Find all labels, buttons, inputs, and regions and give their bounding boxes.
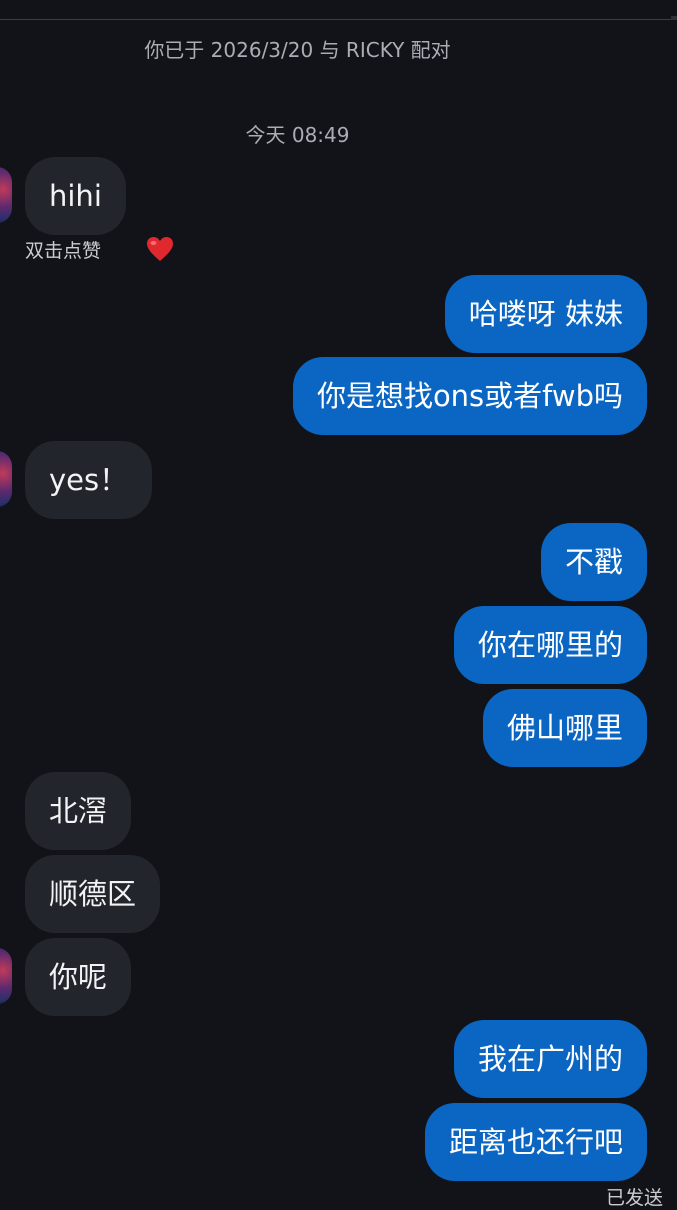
message-outgoing[interactable]: 你是想找ons或者fwb吗 bbox=[292, 357, 647, 435]
message-outgoing[interactable]: 距离也还行吧 bbox=[424, 1103, 647, 1181]
message-incoming[interactable]: 顺德区 bbox=[25, 855, 161, 933]
message-incoming[interactable]: yes！ bbox=[25, 441, 153, 519]
top-divider bbox=[0, 19, 677, 20]
sender-avatar[interactable] bbox=[0, 451, 12, 507]
double-tap-like-hint: 双击点赞 bbox=[25, 240, 102, 262]
sender-avatar[interactable] bbox=[0, 948, 12, 1004]
match-notice: 你已于 2026/3/20 与 RICKY 配对 bbox=[144, 38, 451, 62]
message-outgoing[interactable]: 不戳 bbox=[540, 523, 647, 601]
chat-timestamp: 今天 08:49 bbox=[245, 123, 350, 147]
sender-avatar[interactable] bbox=[0, 167, 12, 223]
message-outgoing[interactable]: 你在哪里的 bbox=[453, 606, 647, 684]
message-outgoing[interactable]: 佛山哪里 bbox=[482, 689, 647, 767]
message-incoming[interactable]: 你呢 bbox=[25, 938, 132, 1016]
message-incoming[interactable]: 北滘 bbox=[25, 772, 132, 850]
message-incoming[interactable]: hihi bbox=[25, 157, 126, 235]
heart-icon[interactable] bbox=[146, 236, 174, 262]
message-outgoing[interactable]: 我在广州的 bbox=[453, 1020, 647, 1098]
delivery-status: 已发送 bbox=[605, 1187, 663, 1209]
top-divider-end bbox=[671, 16, 677, 20]
message-outgoing[interactable]: 哈喽呀 妹妹 bbox=[444, 275, 647, 353]
